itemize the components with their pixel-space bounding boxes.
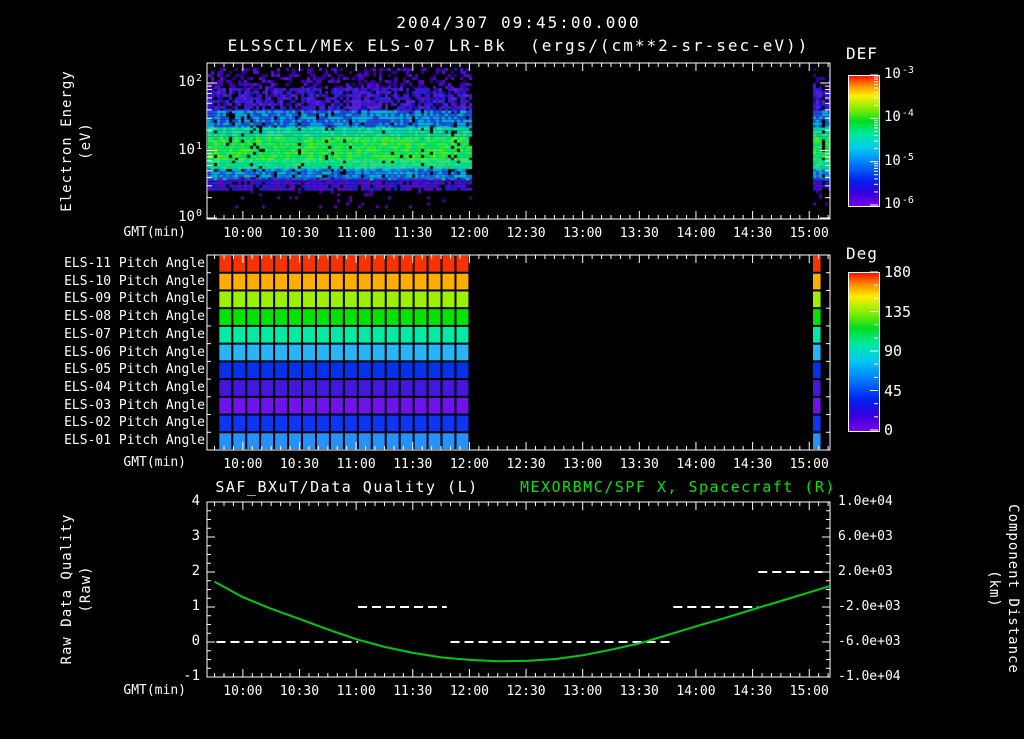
time-tick-label-panel3: 14:00 bbox=[676, 684, 716, 699]
time-tick-label-panel3: 10:30 bbox=[279, 684, 320, 699]
pitch-row-label: ELS-04 Pitch Angle bbox=[64, 379, 205, 395]
time-tick-label-panel3: 15:00 bbox=[789, 684, 829, 699]
def-bar-label: 10-5 bbox=[884, 151, 934, 169]
pitch-row-label: ELS-03 Pitch Angle bbox=[64, 397, 205, 413]
time-tick-label-panel2: 13:30 bbox=[619, 457, 659, 472]
def-bar-label: 10-4 bbox=[884, 108, 934, 126]
time-tick-label-panel1: 10:00 bbox=[223, 226, 263, 241]
time-tick-label-panel2: 12:30 bbox=[506, 457, 546, 472]
plot-page: 2004/307 09:45:00.000 ELSSCIL/MEx ELS-07… bbox=[0, 0, 1024, 708]
time-tick-label-panel1: 13:30 bbox=[619, 226, 659, 241]
exp-label-base: 10 bbox=[178, 74, 195, 90]
quality-tick-label: 2 bbox=[191, 563, 200, 579]
exp-label-base: 10 bbox=[884, 196, 901, 212]
time-tick-label-panel3: 11:00 bbox=[336, 684, 376, 699]
deg-bar-label: 135 bbox=[884, 302, 912, 321]
deg-bar-label: 180 bbox=[884, 263, 912, 281]
time-tick-label-panel2: 14:30 bbox=[733, 457, 773, 472]
tick-labels-layer: 10:00 10:30 11:00 11:30 12:00 12:30 13:00 13:30… bbox=[0, 0, 1024, 708]
exp-label-exponent: 1 bbox=[195, 140, 202, 152]
time-tick-label-panel3: 14:30 bbox=[733, 684, 773, 699]
time-tick-label-panel3: 11:30 bbox=[393, 684, 433, 699]
pitch-row-label: ELS-10 Pitch Angle bbox=[64, 273, 205, 289]
pitch-row-label: ELS-01 Pitch Angle bbox=[64, 433, 205, 449]
distance-tick-label: 2.0e+03 bbox=[838, 564, 893, 579]
pitch-row-label: ELS-09 Pitch Angle bbox=[64, 291, 205, 307]
quality-tick-label: -1 bbox=[183, 668, 200, 684]
exp-label-base: 10 bbox=[178, 141, 195, 158]
pitch-row-label: ELS-07 Pitch Angle bbox=[64, 326, 205, 342]
deg-bar-label: 0 bbox=[884, 421, 894, 439]
time-tick-label-panel1: 12:30 bbox=[506, 226, 546, 241]
distance-tick-label: 6.0e+03 bbox=[838, 529, 893, 544]
energy-tick-label: 100 bbox=[152, 208, 202, 225]
time-tick-label-panel2: 11:30 bbox=[393, 457, 433, 472]
time-tick-label-panel3: 12:00 bbox=[449, 684, 489, 699]
time-tick-label-panel2: 11:00 bbox=[336, 457, 376, 472]
time-tick-label-panel2: 10:30 bbox=[279, 457, 320, 472]
exp-label-exponent: 0 bbox=[195, 208, 202, 219]
time-tick-label-panel2: 10:00 bbox=[223, 457, 263, 472]
time-tick-label-panel3: 12:30 bbox=[506, 684, 546, 699]
def-bar-label: 10-6 bbox=[884, 195, 934, 212]
deg-bar-label: 45 bbox=[884, 381, 903, 400]
def-bar-label: 10-3 bbox=[884, 65, 934, 82]
distance-tick-label: -6.0e+03 bbox=[838, 634, 901, 649]
pitch-row-label: ELS-06 Pitch Angle bbox=[64, 344, 205, 360]
time-tick-label-panel1: 14:30 bbox=[733, 226, 773, 241]
exp-label-exponent: -5 bbox=[901, 151, 914, 163]
time-tick-label-panel2: 12:00 bbox=[449, 457, 489, 472]
pitch-row-label: ELS-11 Pitch Angle bbox=[64, 255, 205, 271]
exp-label-exponent: -4 bbox=[901, 108, 914, 120]
exp-label-base: 10 bbox=[884, 66, 901, 82]
exp-label-base: 10 bbox=[178, 209, 195, 225]
pitch-row-label: ELS-02 Pitch Angle bbox=[64, 415, 205, 431]
time-tick-label-panel3: 10:00 bbox=[223, 684, 263, 699]
distance-tick-label: -2.0e+03 bbox=[838, 599, 901, 614]
pitch-row-label: ELS-08 Pitch Angle bbox=[64, 309, 205, 325]
pitch-row-label: ELS-05 Pitch Angle bbox=[64, 362, 205, 378]
quality-tick-label: 3 bbox=[191, 528, 200, 544]
exp-label-base: 10 bbox=[884, 152, 901, 169]
time-tick-label-panel1: 15:00 bbox=[789, 226, 829, 241]
time-tick-label-panel1: 12:00 bbox=[449, 226, 489, 241]
time-tick-label-panel1: 14:00 bbox=[676, 226, 716, 241]
exp-label-exponent: -3 bbox=[901, 65, 914, 76]
energy-tick-label: 102 bbox=[152, 73, 202, 90]
quality-tick-label: 1 bbox=[191, 598, 200, 614]
exp-label-exponent: 2 bbox=[195, 73, 202, 84]
quality-tick-label: 0 bbox=[191, 633, 200, 649]
energy-tick-label: 101 bbox=[152, 140, 202, 158]
time-tick-label-panel1: 11:00 bbox=[336, 226, 376, 241]
time-tick-label-panel1: 11:30 bbox=[393, 226, 433, 241]
distance-tick-label: -1.0e+04 bbox=[838, 669, 901, 684]
deg-bar-label: 90 bbox=[884, 342, 903, 360]
exp-label-base: 10 bbox=[884, 109, 901, 126]
time-tick-label-panel2: 14:00 bbox=[676, 457, 716, 472]
distance-tick-label: 1.0e+04 bbox=[838, 494, 893, 509]
exp-label-exponent: -6 bbox=[901, 195, 914, 206]
quality-tick-label: 4 bbox=[191, 493, 200, 509]
time-tick-label-panel1: 10:30 bbox=[279, 226, 320, 241]
time-tick-label-panel2: 15:00 bbox=[789, 457, 829, 472]
time-tick-label-panel1: 13:00 bbox=[563, 226, 603, 241]
time-tick-label-panel3: 13:00 bbox=[563, 684, 603, 699]
time-tick-label-panel2: 13:00 bbox=[563, 457, 603, 472]
time-tick-label-panel3: 13:30 bbox=[619, 684, 659, 699]
